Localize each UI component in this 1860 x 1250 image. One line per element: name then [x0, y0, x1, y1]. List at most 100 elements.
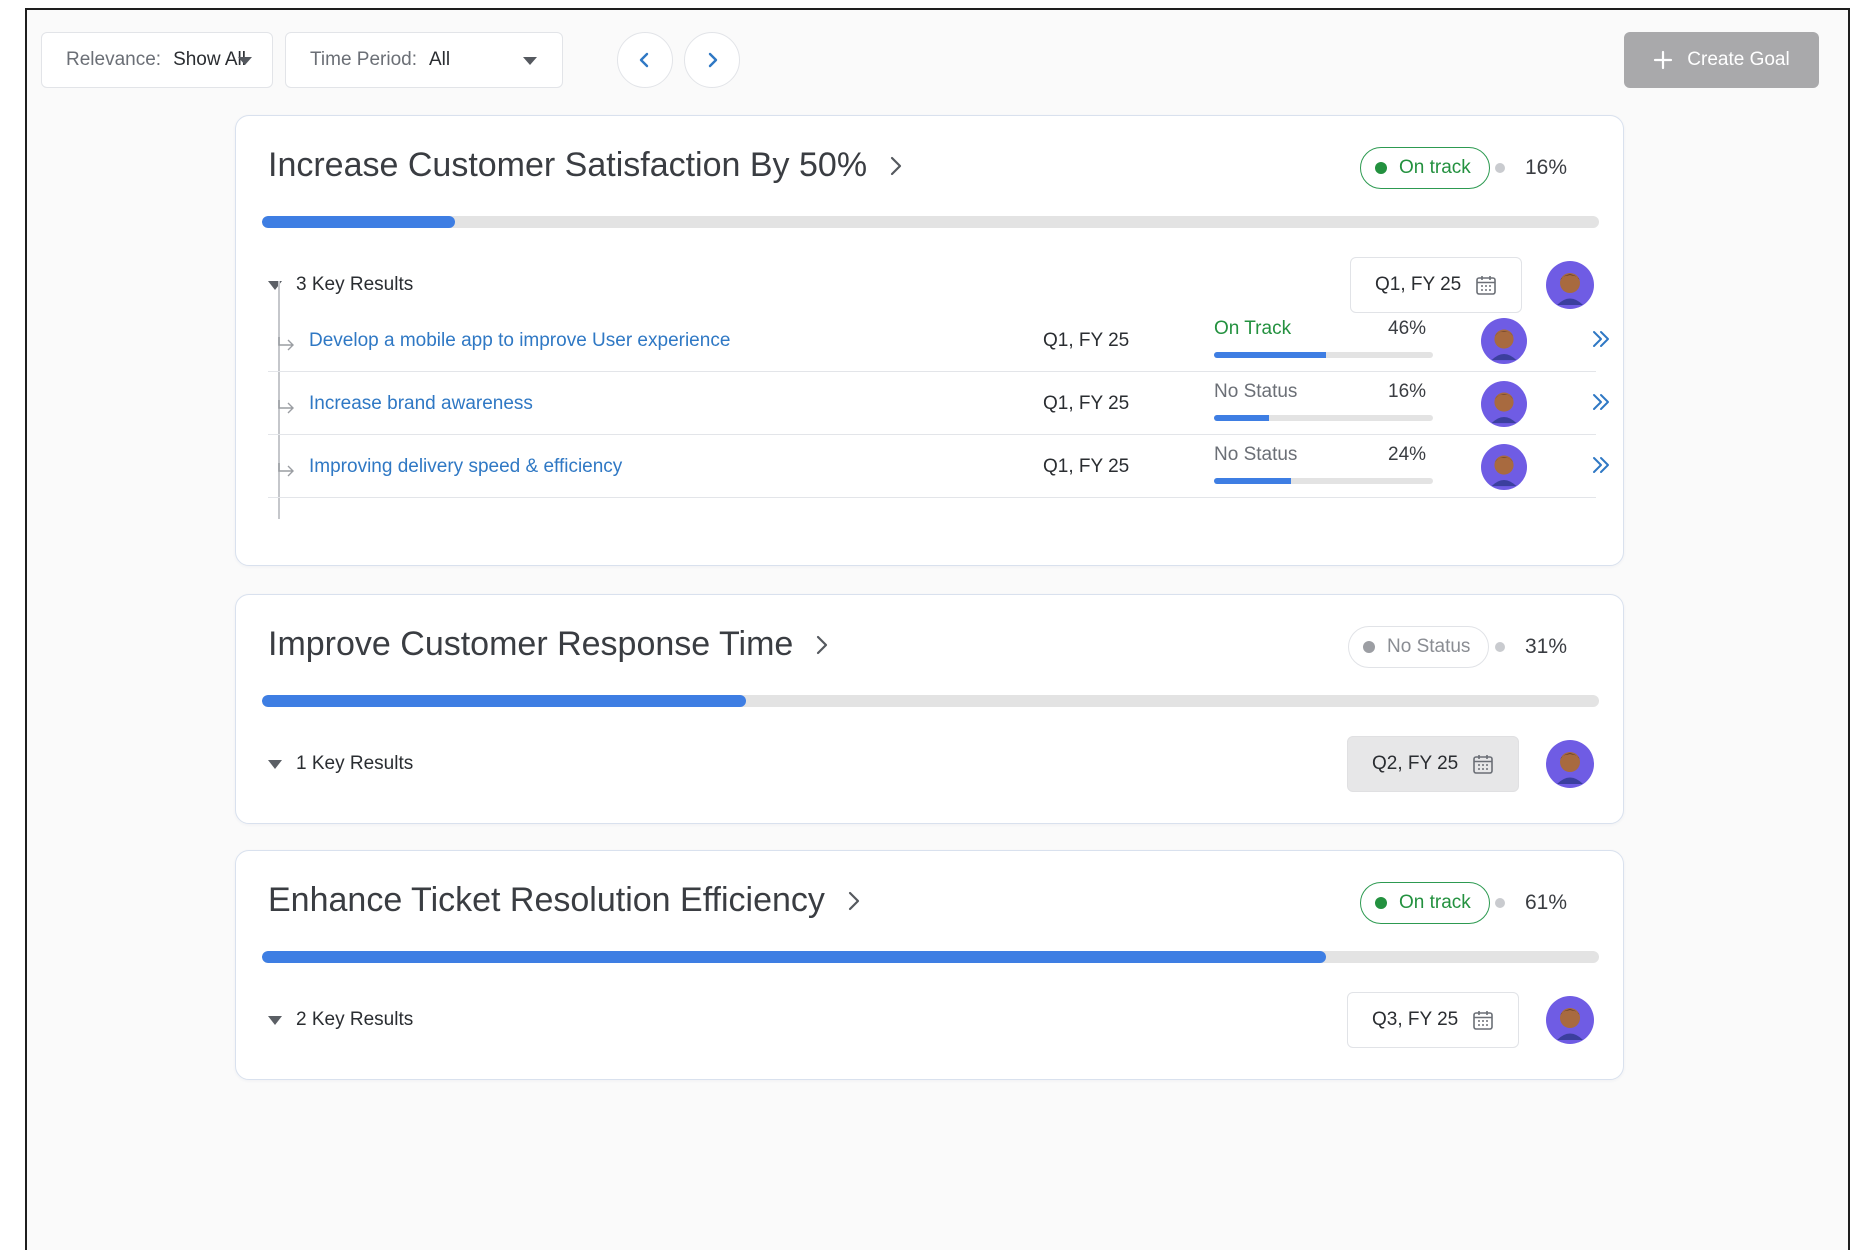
caret-down-icon — [268, 1015, 282, 1025]
goal-title-link[interactable]: Enhance Ticket Resolution Efficiency — [268, 881, 861, 920]
goal-progress-fill — [262, 216, 455, 228]
key-results-count: 1 Key Results — [296, 753, 414, 774]
person-avatar-icon — [1557, 273, 1583, 305]
goal-title: Improve Customer Response Time — [268, 625, 794, 663]
goal-progress-bar — [262, 216, 1599, 228]
person-avatar-icon — [1557, 752, 1583, 784]
key-result-quarter: Q1, FY 25 — [1043, 456, 1130, 477]
status-badge[interactable]: On track — [1360, 147, 1490, 189]
status-badge[interactable]: No Status — [1348, 626, 1490, 668]
key-result-owner-avatar[interactable] — [1481, 444, 1527, 490]
double-chevron-right-icon[interactable] — [1590, 328, 1612, 350]
person-avatar-icon — [1491, 455, 1517, 487]
status-dot-icon — [1363, 641, 1375, 653]
person-avatar-icon — [1491, 392, 1517, 424]
chevron-left-icon — [639, 52, 649, 68]
relevance-filter[interactable]: Relevance: Show All — [41, 32, 273, 88]
person-avatar-icon — [1491, 329, 1517, 361]
create-goal-label: Create Goal — [1687, 49, 1790, 70]
create-goal-button[interactable]: Create Goal — [1624, 32, 1819, 88]
goal-progress-fill — [262, 695, 746, 707]
key-result-percent: 46% — [1388, 318, 1427, 339]
quarter-picker[interactable]: Q3, FY 25 — [1347, 992, 1520, 1048]
owner-avatar[interactable] — [1546, 996, 1594, 1044]
key-results-toggle[interactable]: 1 Key Results — [268, 753, 413, 775]
quarter-picker[interactable]: Q2, FY 25 — [1347, 736, 1520, 792]
status-badge[interactable]: On track — [1360, 882, 1490, 924]
chevron-right-icon — [708, 52, 718, 68]
time-period-filter[interactable]: Time Period: All — [285, 32, 563, 88]
chevron-right-icon — [890, 156, 902, 175]
status-dot-icon — [1375, 897, 1387, 909]
goal-progress-bar — [262, 951, 1599, 963]
key-result-percent: 24% — [1388, 444, 1427, 465]
previous-period-button[interactable] — [617, 32, 673, 88]
branch-arrow-icon — [278, 463, 294, 477]
key-result-progress-fill — [1214, 415, 1269, 421]
quarter-picker[interactable]: Q1, FY 25 — [1350, 257, 1523, 313]
status-label: On track — [1399, 157, 1471, 178]
goal-card: Increase Customer Satisfaction By 50% On… — [235, 115, 1624, 566]
status-label: On track — [1399, 892, 1471, 913]
key-results-toggle[interactable]: 2 Key Results — [268, 1009, 413, 1031]
separator-dot — [1495, 642, 1505, 652]
owner-avatar[interactable] — [1546, 261, 1594, 309]
calendar-icon — [1476, 276, 1497, 295]
chevron-right-icon — [817, 635, 828, 654]
quarter-value: Q1, FY 25 — [1375, 274, 1462, 295]
goal-progress-fill — [262, 951, 1327, 963]
goal-progress-bar — [262, 695, 1599, 707]
key-result-row: Improving delivery speed & efficiency Q1… — [268, 436, 1609, 498]
key-result-progress-bar — [1214, 415, 1433, 421]
status-dot-icon — [1375, 162, 1387, 174]
owner-avatar[interactable] — [1546, 740, 1594, 788]
branch-arrow-icon — [278, 400, 294, 414]
key-result-name[interactable]: Increase brand awareness — [309, 393, 533, 415]
relevance-label: Relevance: — [66, 49, 162, 70]
quarter-value: Q2, FY 25 — [1372, 753, 1459, 774]
time-period-label: Time Period: — [310, 49, 417, 70]
goal-percent: 16% — [1525, 156, 1568, 179]
key-results-count: 2 Key Results — [296, 1009, 414, 1030]
key-result-name[interactable]: Improving delivery speed & efficiency — [309, 456, 622, 478]
goal-title: Increase Customer Satisfaction By 50% — [268, 146, 868, 184]
chevron-down-icon — [523, 57, 537, 65]
goal-title-link[interactable]: Improve Customer Response Time — [268, 625, 829, 664]
double-chevron-right-icon[interactable] — [1590, 391, 1612, 413]
calendar-icon — [1473, 1011, 1494, 1030]
key-result-row: Develop a mobile app to improve User exp… — [268, 310, 1609, 372]
key-result-owner-avatar[interactable] — [1481, 318, 1527, 364]
calendar-icon — [1473, 755, 1494, 774]
person-avatar-icon — [1557, 1008, 1583, 1040]
relevance-value: Show All — [173, 49, 246, 70]
key-results-count: 3 Key Results — [296, 274, 414, 295]
key-result-status: No Status — [1214, 381, 1298, 402]
chevron-down-icon — [238, 57, 252, 65]
time-period-value: All — [429, 49, 451, 70]
key-result-quarter: Q1, FY 25 — [1043, 393, 1130, 414]
key-result-status: On Track — [1214, 318, 1292, 339]
separator-dot — [1495, 898, 1505, 908]
goal-percent: 31% — [1525, 635, 1568, 658]
key-result-progress-fill — [1214, 352, 1326, 358]
next-period-button[interactable] — [684, 32, 740, 88]
goal-card: Improve Customer Response Time No Status… — [235, 594, 1624, 824]
app-frame: Relevance: Show All Time Period: All Cre… — [25, 8, 1850, 1250]
goal-title-link[interactable]: Increase Customer Satisfaction By 50% — [268, 146, 903, 185]
key-result-progress-bar — [1214, 352, 1433, 358]
key-result-status: No Status — [1214, 444, 1298, 465]
chevron-right-icon — [848, 891, 860, 910]
status-label: No Status — [1387, 636, 1471, 657]
key-result-row: Increase brand awareness Q1, FY 25 No St… — [268, 373, 1609, 435]
double-chevron-right-icon[interactable] — [1590, 454, 1612, 476]
key-results-toggle[interactable]: 3 Key Results — [268, 274, 413, 296]
key-result-owner-avatar[interactable] — [1481, 381, 1527, 427]
goal-title: Enhance Ticket Resolution Efficiency — [268, 881, 825, 919]
key-result-progress-bar — [1214, 478, 1433, 484]
key-result-name[interactable]: Develop a mobile app to improve User exp… — [309, 330, 730, 352]
key-result-progress-fill — [1214, 478, 1291, 484]
separator-dot — [1495, 163, 1505, 173]
plus-icon — [1654, 50, 1673, 70]
goal-card: Enhance Ticket Resolution Efficiency On … — [235, 850, 1624, 1080]
branch-arrow-icon — [278, 337, 294, 351]
